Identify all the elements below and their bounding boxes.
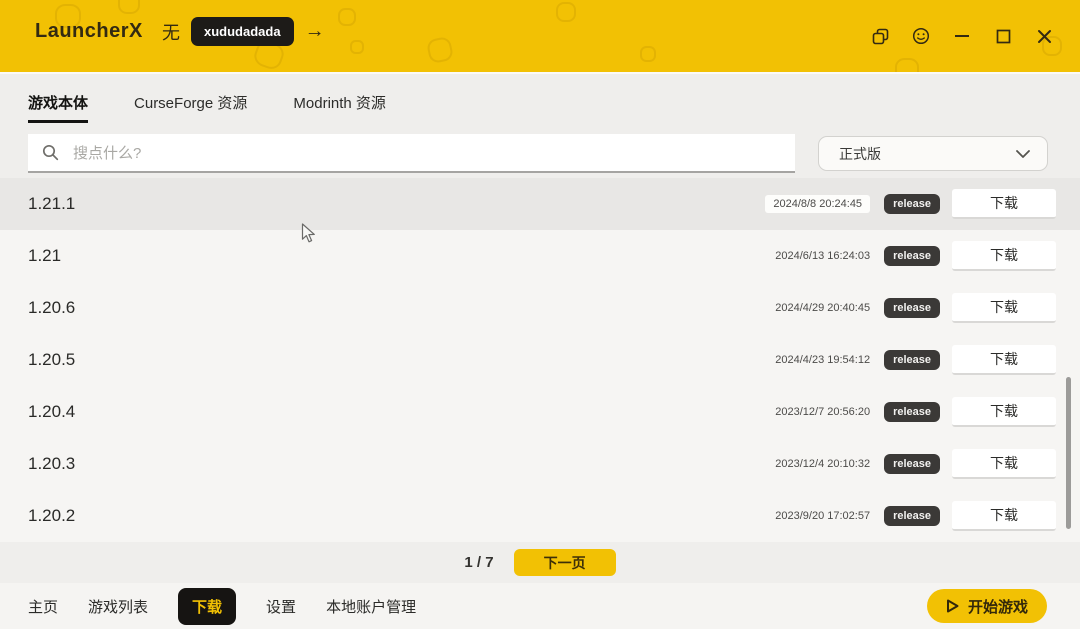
release-date: 2024/4/23 19:54:12 (775, 354, 871, 366)
resource-tabs: 游戏本体 CurseForge 资源 Modrinth 资源 (0, 72, 1080, 130)
release-date: 2024/8/8 20:24:45 (765, 195, 871, 213)
overlapping-windows-icon (872, 28, 888, 44)
download-button[interactable]: 下载 (952, 449, 1056, 479)
close-button[interactable] (1034, 26, 1054, 46)
minimize-button[interactable] (952, 26, 972, 46)
launcher-window: LauncherX 无 xududadada → 游戏本体 CurseForge… (0, 0, 1080, 629)
nav-item-label: 本地账户管理 (326, 598, 417, 616)
nav-item-label: 游戏列表 (88, 598, 149, 616)
release-date: 2024/6/13 16:24:03 (775, 250, 871, 262)
tab-label: 游戏本体 (28, 94, 89, 112)
search-icon (42, 144, 59, 161)
version-list: 1.21.1 2024/8/8 20:24:45 release 下载 1.21… (0, 178, 1080, 542)
release-date: 2023/12/4 20:10:32 (775, 458, 871, 470)
search-row: 搜点什么? 正式版 (0, 130, 1080, 178)
nav-item-label: 设置 (266, 598, 297, 616)
start-game-label: 开始游戏 (967, 598, 1028, 616)
version-row[interactable]: 1.20.3 2023/12/4 20:10:32 release 下载 (0, 438, 1080, 490)
nav-item[interactable]: 设置 (266, 596, 296, 617)
close-icon (1037, 29, 1051, 43)
version-row[interactable]: 1.21 2024/6/13 16:24:03 release 下载 (0, 230, 1080, 282)
version-name: 1.20.6 (28, 298, 76, 317)
nav-item-label: 主页 (28, 598, 59, 616)
version-name: 1.20.3 (28, 454, 76, 473)
release-date: 2023/9/20 17:02:57 (775, 510, 871, 522)
account-badge[interactable]: xududadada (191, 17, 294, 46)
start-game-button[interactable]: 开始游戏 (926, 589, 1047, 623)
release-type-badge: release (884, 350, 940, 370)
search-placeholder: 搜点什么? (73, 145, 142, 162)
scrollbar-thumb[interactable] (1066, 377, 1071, 529)
version-type-select[interactable]: 正式版 (818, 136, 1048, 171)
version-name: 1.20.4 (28, 402, 76, 421)
release-date: 2024/4/29 20:40:45 (775, 302, 871, 314)
nav-item-label: 下载 (192, 598, 223, 616)
download-button[interactable]: 下载 (952, 241, 1056, 271)
tab-label: Modrinth 资源 (293, 94, 386, 112)
nav-item[interactable]: 本地账户管理 (326, 596, 416, 617)
app-title: LauncherX (35, 20, 143, 42)
release-type-badge: release (884, 246, 940, 266)
download-button[interactable]: 下载 (952, 501, 1056, 531)
search-input[interactable]: 搜点什么? (28, 134, 795, 173)
version-row[interactable]: 1.20.5 2024/4/23 19:54:12 release 下载 (0, 334, 1080, 386)
tab-item[interactable]: 游戏本体 (28, 88, 89, 123)
maximize-button[interactable] (993, 26, 1013, 46)
download-button[interactable]: 下载 (952, 397, 1056, 427)
version-name: 1.20.5 (28, 350, 76, 369)
version-row[interactable]: 1.21.1 2024/8/8 20:24:45 release 下载 (0, 178, 1080, 230)
new-window-button[interactable] (870, 26, 890, 46)
emoji-button[interactable] (911, 26, 931, 46)
download-button[interactable]: 下载 (952, 189, 1056, 219)
version-row[interactable]: 1.20.2 2023/9/20 17:02:57 release 下载 (0, 490, 1080, 542)
release-type-badge: release (884, 402, 940, 422)
nav-item[interactable]: 下载 (178, 587, 237, 625)
title-bar: LauncherX 无 xududadada → (0, 0, 1080, 72)
bottom-nav: 主页 游戏列表 下载 设置 本地账户管理 开始游戏 (0, 583, 1080, 629)
pagination-bar: 1 / 7 下一页 (0, 542, 1080, 583)
version-row[interactable]: 1.20.4 2023/12/7 20:56:20 release 下载 (0, 386, 1080, 438)
tab-item[interactable]: CurseForge 资源 (134, 88, 247, 117)
next-page-button[interactable]: 下一页 (513, 549, 616, 576)
version-name: 1.20.2 (28, 506, 76, 525)
release-type-badge: release (884, 506, 940, 526)
window-controls (870, 0, 1054, 72)
page-indicator: 1 / 7 (464, 554, 494, 571)
release-type-badge: release (884, 298, 940, 318)
download-button[interactable]: 下载 (952, 293, 1056, 323)
account-area: 无 xududadada → (162, 17, 325, 46)
version-name: 1.21.1 (28, 194, 76, 213)
release-type-badge: release (884, 454, 940, 474)
account-arrow-icon[interactable]: → (305, 20, 325, 43)
nav-item[interactable]: 主页 (28, 596, 58, 617)
chevron-down-icon (1016, 149, 1030, 158)
maximize-icon (996, 29, 1010, 43)
minimize-icon (955, 35, 969, 37)
selected-version-type: 正式版 (839, 145, 881, 162)
version-row[interactable]: 1.20.6 2024/4/29 20:40:45 release 下载 (0, 282, 1080, 334)
account-prefix-label: 无 (162, 22, 180, 43)
download-button[interactable]: 下载 (952, 345, 1056, 375)
nav-item[interactable]: 游戏列表 (88, 596, 148, 617)
release-date: 2023/12/7 20:56:20 (775, 406, 871, 418)
version-name: 1.21 (28, 246, 62, 265)
release-type-badge: release (884, 194, 940, 214)
tab-item[interactable]: Modrinth 资源 (293, 88, 386, 117)
tab-label: CurseForge 资源 (134, 94, 248, 112)
smiley-icon (912, 27, 930, 45)
play-icon (946, 599, 959, 613)
